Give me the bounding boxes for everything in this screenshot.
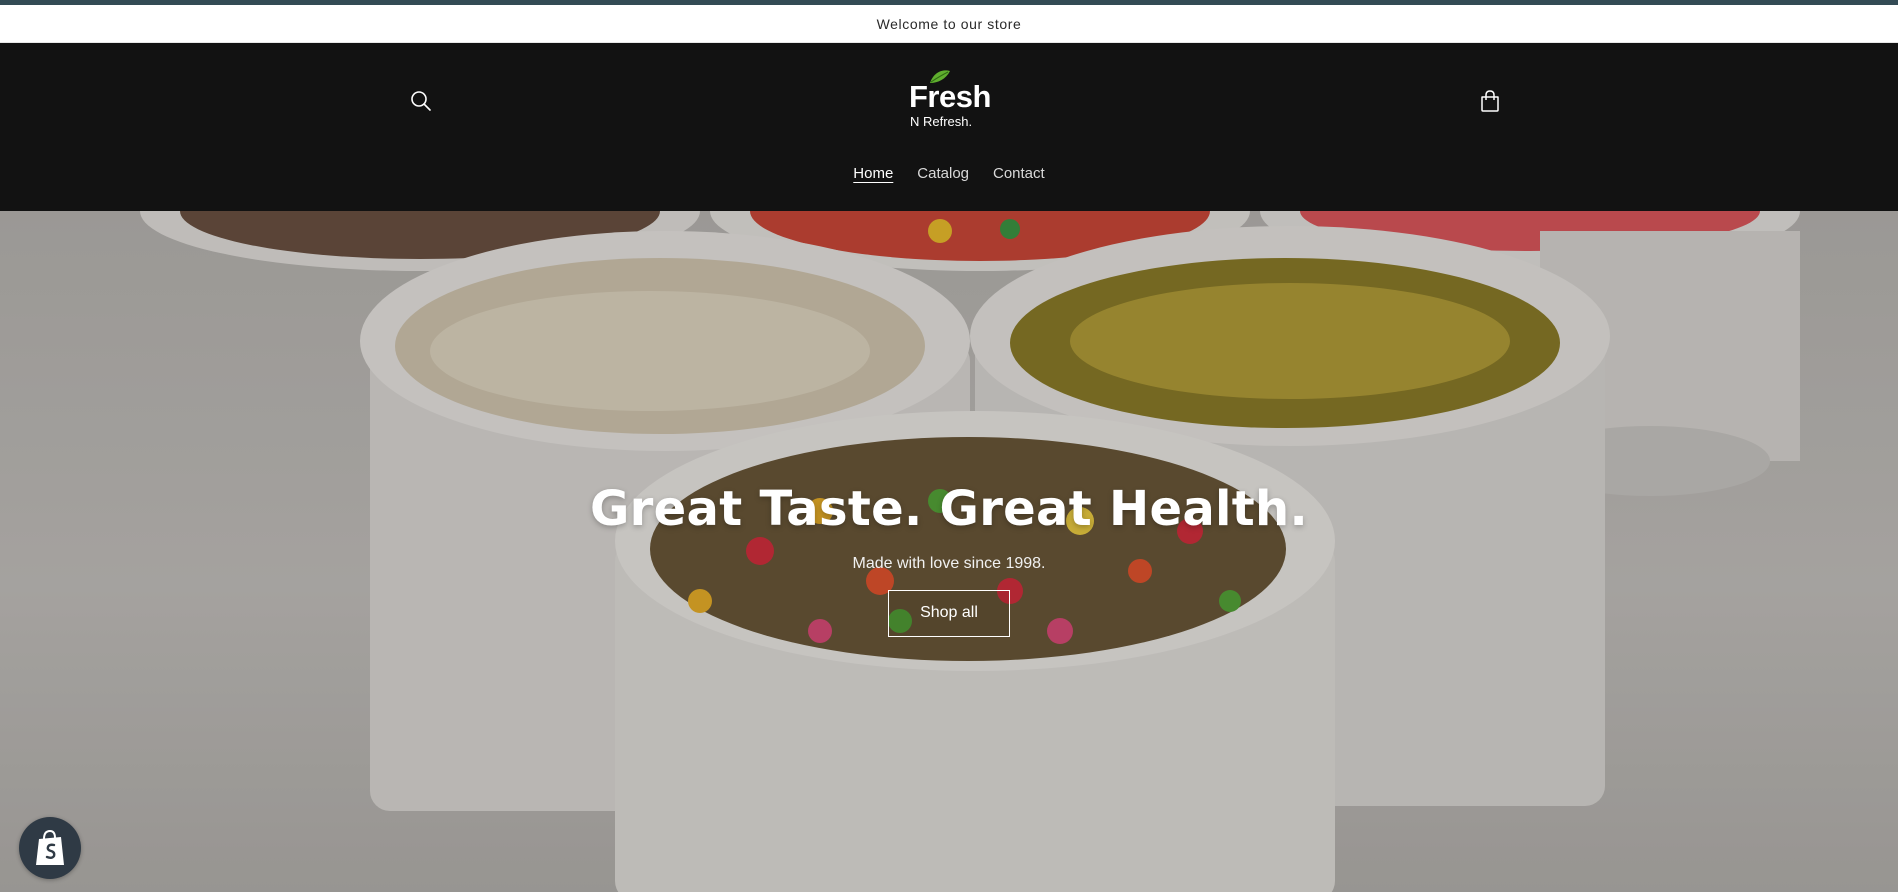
store-logo[interactable]: Fresh N Refresh. — [905, 67, 1005, 137]
shopify-bag-icon — [36, 829, 64, 865]
logo-tagline: N Refresh. — [910, 114, 973, 129]
nav-item-catalog[interactable]: Catalog — [917, 161, 969, 191]
main-nav: Home Catalog Contact — [0, 161, 1898, 191]
hero-content: Great Taste. Great Health. Made with lov… — [0, 481, 1898, 637]
site-header: Fresh N Refresh. Home Catalog Contact — [0, 43, 1898, 211]
search-button[interactable] — [406, 86, 436, 116]
hero-banner: Great Taste. Great Health. Made with lov… — [0, 211, 1898, 892]
shopify-chat-badge[interactable] — [19, 817, 81, 879]
announcement-bar: Welcome to our store — [0, 5, 1898, 43]
search-icon — [411, 91, 431, 111]
shop-all-button[interactable]: Shop all — [888, 590, 1010, 637]
cart-icon — [1481, 90, 1499, 112]
hero-title: Great Taste. Great Health. — [589, 481, 1309, 537]
nav-item-contact[interactable]: Contact — [993, 161, 1045, 191]
nav-item-home[interactable]: Home — [853, 161, 893, 191]
announcement-text: Welcome to our store — [876, 15, 1022, 32]
hero-subtitle: Made with love since 1998. — [852, 555, 1046, 572]
cart-button[interactable] — [1475, 85, 1505, 117]
logo-wordmark: Fresh — [909, 79, 991, 114]
